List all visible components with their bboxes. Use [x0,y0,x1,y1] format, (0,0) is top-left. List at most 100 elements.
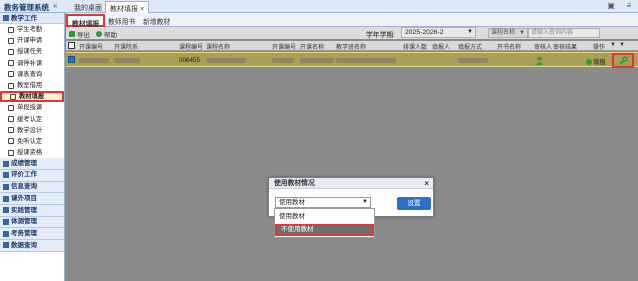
sidebar-item-label: 调停补课 [17,59,43,67]
pen-icon [8,127,14,134]
col-header[interactable]: 审核人 [534,42,552,51]
chevron-down-icon[interactable]: ▼ [610,42,616,48]
usage-select[interactable]: 使用教材 ▼ [275,197,371,208]
redacted-value [114,58,140,63]
menu-icon[interactable]: ≡ [624,1,634,11]
calendar-icon [8,26,14,33]
help-button[interactable]: 帮助 [96,29,117,39]
sidebar-section-grades[interactable]: 成绩管理 [0,158,64,170]
app-title: 教务管理系统 [4,3,49,12]
sidebar-section-info[interactable]: 信息查询 [0,181,64,194]
list-icon [3,242,9,249]
tab-textbook-fill[interactable]: 教材填报 [66,14,106,28]
help-icon [96,31,102,37]
subtab-bar: 教材填报 教师用书 新增教材 [66,13,638,28]
chevron-down-icon: ▼ [362,199,368,205]
redacted-value [272,58,294,63]
search-icon [8,71,14,78]
redacted-value [206,58,246,63]
col-header[interactable]: 开课编号 [272,42,296,51]
col-header[interactable]: 开课编号 [79,42,103,51]
list-icon [3,183,9,190]
sidebar-section-evaluation[interactable]: 评价工作 [0,169,64,182]
sidebar-section-extra[interactable]: 课外项目 [0,193,64,205]
option-no-textbook[interactable]: 不使用教材 [275,224,374,236]
sidebar-section-teaching[interactable]: 教学工作 [0,13,64,24]
col-header[interactable]: 开课名称 [300,42,324,51]
term-select[interactable]: 2025-2026-2 ▼ [401,27,476,38]
col-header[interactable]: 审核结果 [553,42,577,51]
sidebar-section-practice[interactable]: 实践管理 [0,205,64,217]
sidebar-section-data[interactable]: 数据查询 [0,240,64,252]
col-header[interactable]: 教学班名称 [336,42,366,51]
col-header[interactable]: 开书名称 [497,42,521,51]
sidebar-section-label: 体测管理 [11,218,37,226]
sidebar-item-label: 教材填报 [19,93,45,101]
dialog-header: 使用教材情况 × [269,178,433,189]
sidebar-item-label: 授课任务 [17,48,43,56]
file-icon [8,149,14,156]
main-panel: 教材填报 教师用书 新增教材 导出 帮助 学年学期: 2025-2026-2 ▼… [66,13,638,281]
term-label: 学年学期: [366,32,396,39]
tab-my-desktop[interactable]: 我的桌面 [70,1,106,13]
col-header[interactable]: 课程名称 [206,42,230,51]
window-icon[interactable]: ▣ [606,1,616,11]
sidebar-item-label: 单段授课 [17,104,43,112]
row-checkbox[interactable] [68,56,75,63]
select-all-checkbox[interactable] [68,42,75,49]
sidebar-section-label: 评价工作 [11,171,37,179]
fill-button[interactable]: 填报 [586,57,606,66]
sidebar-item-course-apply[interactable]: 开课申请 [0,35,64,46]
sidebar-item-makeup[interactable]: 调停补课 [0,58,64,69]
toolbar: 导出 帮助 学年学期: 2025-2026-2 ▼ 课程名称 ▼ 请输入查询内容 [66,27,638,39]
sidebar-section-label: 教学工作 [11,14,37,22]
table-row[interactable]: 006455 填报 [66,52,638,68]
export-button[interactable]: 导出 [69,29,90,39]
tab-new-textbook[interactable]: 新增教材 [139,14,174,27]
col-header[interactable]: 排课人数 [403,42,427,51]
sidebar-section-exam[interactable]: 考务管理 [0,228,64,241]
sidebar-item-textbook[interactable]: 教材填报 [0,91,64,103]
textbook-setting-button[interactable] [612,53,634,68]
sidebar-item-teaching-tasks[interactable]: 授课任务 [0,46,64,57]
top-bar: 教务管理系统 « 我的桌面 教材填报 × ▣ ≡ [0,0,638,13]
col-header[interactable]: 填报人 [432,42,450,51]
sidebar-item-exempt[interactable]: 免听认定 [0,136,64,147]
search-input[interactable]: 请输入查询内容 [528,28,600,38]
filter-icon[interactable]: ▼ [619,42,625,48]
sidebar-item-label: 开课申请 [17,37,43,45]
sidebar-item-classroom[interactable]: 教室借用 [0,80,64,91]
search-type-select[interactable]: 课程名称 ▼ [488,28,528,38]
option-use-textbook[interactable]: 使用教材 [275,211,374,223]
checkbox-icon [8,138,14,145]
col-header[interactable]: 填报方式 [458,42,482,51]
col-header[interactable]: 开课院系 [114,42,138,51]
redacted-value [336,58,396,63]
sidebar-item-design[interactable]: 教学设计 [0,125,64,136]
sidebar-section-label: 考务管理 [11,229,37,237]
col-header[interactable]: 操作 [593,42,605,51]
list-icon [3,219,9,226]
sidebar-item-attendance[interactable]: 学生考勤 [0,24,64,35]
collapse-sidebar-button[interactable]: « [53,1,57,10]
sidebar-item-label: 免听认定 [17,137,43,145]
dialog-title: 使用教材情况 [274,180,315,187]
sidebar-section-fitness[interactable]: 体测管理 [0,216,64,229]
close-icon[interactable]: × [424,178,429,189]
sidebar-section-label: 实践管理 [11,206,37,214]
tab-teacher-books[interactable]: 教师用书 [104,14,139,27]
course-number: 006455 [179,57,201,64]
set-button[interactable]: 设置 [397,197,431,210]
list-icon [3,230,9,237]
sidebar-item-qualify[interactable]: 授课资格 [0,147,64,158]
sidebar-item-timetable[interactable]: 课表查询 [0,69,64,80]
sidebar-item-single[interactable]: 单段授课 [0,102,64,113]
col-header[interactable]: 课程编号 [179,42,203,51]
term-value: 2025-2026-2 [405,29,444,36]
list-icon [3,195,9,202]
sidebar-item-deferred[interactable]: 缓考认定 [0,114,64,125]
check-icon [8,116,14,123]
export-label: 导出 [77,32,90,39]
tab-textbook-report[interactable]: 教材填报 × [105,1,150,13]
list-icon [3,207,9,214]
